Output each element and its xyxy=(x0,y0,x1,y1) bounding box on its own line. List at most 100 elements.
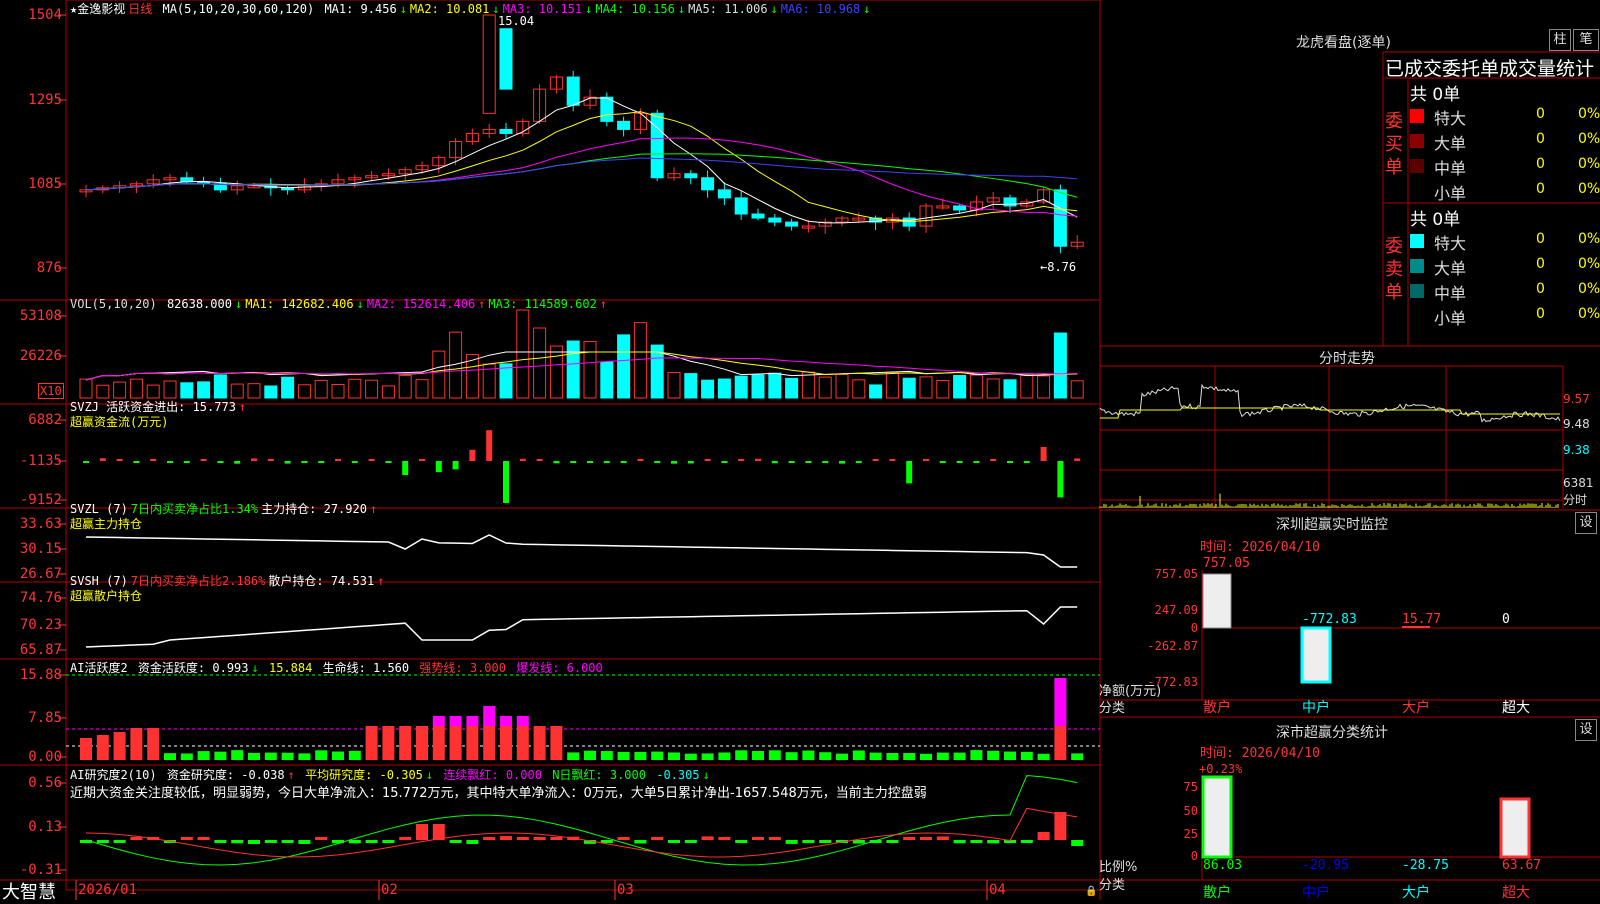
volume-bar xyxy=(768,372,782,399)
candle-body xyxy=(734,197,748,215)
volume-bar xyxy=(163,380,177,399)
activity-bar xyxy=(836,753,848,760)
research-bar xyxy=(180,837,193,840)
monitor-axis-label: -262.87 xyxy=(1147,639,1198,653)
ai-active-t2: 15.884 xyxy=(268,661,313,675)
flow-bar xyxy=(251,458,257,461)
volume-bar xyxy=(113,381,127,399)
stat-row: 特大 0 0% xyxy=(1408,104,1600,128)
stat-row: 大单 0 0% xyxy=(1408,129,1600,153)
axis-label: 876 xyxy=(36,260,62,276)
research-bar xyxy=(634,840,647,844)
intraday-price-line xyxy=(1099,383,1561,423)
class-value: 63.67 xyxy=(1502,858,1542,873)
volume-bar xyxy=(365,379,379,399)
flow-bar xyxy=(687,461,694,464)
volume-bar xyxy=(230,383,244,399)
volume-bar xyxy=(197,381,211,399)
research-bar xyxy=(1071,840,1084,846)
activity-bar xyxy=(920,753,932,760)
stat-row: 小单 0 0% xyxy=(1408,304,1600,328)
class-setting-button[interactable]: 设 xyxy=(1575,719,1597,741)
indicator-value: MA6: 10.968 xyxy=(780,2,861,16)
research-bar xyxy=(852,840,865,844)
high-marker: 15.04 xyxy=(498,14,535,28)
volume-bar xyxy=(432,350,446,399)
monitor-setting-button[interactable]: 设 xyxy=(1575,512,1597,534)
volume-bars xyxy=(79,309,1084,399)
flow-bar xyxy=(721,461,728,463)
volume-bar xyxy=(902,377,916,399)
research-bar xyxy=(533,837,546,840)
research-bar xyxy=(348,840,361,844)
candle-body xyxy=(617,120,631,130)
kline-chart-area[interactable] xyxy=(0,0,1600,900)
activity-bar xyxy=(130,728,143,760)
svzl-line xyxy=(85,534,1078,568)
flow-bar xyxy=(704,459,711,461)
stat-label: 中单 xyxy=(1434,159,1467,178)
stat-pct: 0% xyxy=(1578,256,1600,272)
volume-bar xyxy=(969,374,983,399)
activity-bar xyxy=(348,750,361,760)
arrow-icon: ↓ xyxy=(677,2,686,16)
candle-body xyxy=(600,96,614,122)
monitor-title: 深圳超赢实时监控 xyxy=(1276,517,1388,533)
activity-bar xyxy=(164,753,176,760)
volume-bar xyxy=(96,384,110,399)
research-bar xyxy=(399,837,412,840)
date-label: 04 xyxy=(989,882,1006,898)
candle-body xyxy=(701,177,715,191)
activity-bar xyxy=(113,732,126,760)
axis-label: 1295 xyxy=(28,92,62,108)
brand-logo[interactable]: 大智慧 xyxy=(2,878,56,904)
axis-label: 0.56 xyxy=(28,775,62,791)
research-bar xyxy=(684,840,697,843)
flow-bar xyxy=(1023,461,1030,463)
axis-label: 0.13 xyxy=(28,819,62,835)
activity-bar xyxy=(315,750,328,760)
candle-body xyxy=(684,173,698,179)
date-label: 2026/01 xyxy=(78,882,138,898)
tab-bi-button[interactable]: 笔 xyxy=(1573,29,1599,51)
volume-bar xyxy=(566,340,580,399)
volume-bar xyxy=(919,376,933,399)
activity-bar xyxy=(281,752,294,760)
activity-bar xyxy=(819,752,832,760)
lock-icon[interactable]: 🔒 xyxy=(1085,886,1097,897)
volume-bar xyxy=(247,383,261,399)
activity-bar xyxy=(264,752,277,760)
intraday-axis-high: 9.57 xyxy=(1563,392,1590,406)
stat-row: 特大 0 0% xyxy=(1408,229,1600,253)
activity-bar xyxy=(533,726,546,760)
activity-bar xyxy=(785,752,798,760)
flow-bar xyxy=(284,461,291,464)
research-bar xyxy=(785,840,798,844)
ma1-line xyxy=(85,97,1078,224)
stat-label: 小单 xyxy=(1434,309,1467,328)
flow-bar xyxy=(637,459,644,461)
candle-body xyxy=(785,221,799,227)
svsh-hold: 散户持仓: 74.531 xyxy=(268,574,375,588)
arrow-icon: ↓ xyxy=(585,2,593,16)
ai-research-t2: 平均研究度: -0.305 xyxy=(305,768,423,782)
axis-label: 1085 xyxy=(28,176,62,192)
color-swatch xyxy=(1410,309,1424,323)
monitor-category: 散户 xyxy=(1203,700,1231,716)
activity-bar xyxy=(1071,753,1084,760)
volume-bar xyxy=(1053,332,1067,399)
ai-research-bars xyxy=(80,812,1084,846)
flow-bar xyxy=(788,461,795,463)
ai-active-t5: 爆发线: 6.000 xyxy=(516,661,603,675)
tab-zhu-button[interactable]: 柱 xyxy=(1549,29,1571,51)
activity-bar xyxy=(500,726,512,760)
axis-label: 65.87 xyxy=(19,642,62,658)
period-label[interactable]: 日线 xyxy=(128,2,152,16)
research-bar xyxy=(936,836,949,840)
stock-name[interactable]: ★金逸影视 xyxy=(70,2,125,16)
volume-bar xyxy=(281,376,295,399)
class-time: 时间: 2026/04/10 xyxy=(1200,746,1320,761)
axis-label: 0.00 xyxy=(28,749,62,765)
research-bar xyxy=(113,840,126,843)
axis-label: 1504 xyxy=(28,7,62,23)
